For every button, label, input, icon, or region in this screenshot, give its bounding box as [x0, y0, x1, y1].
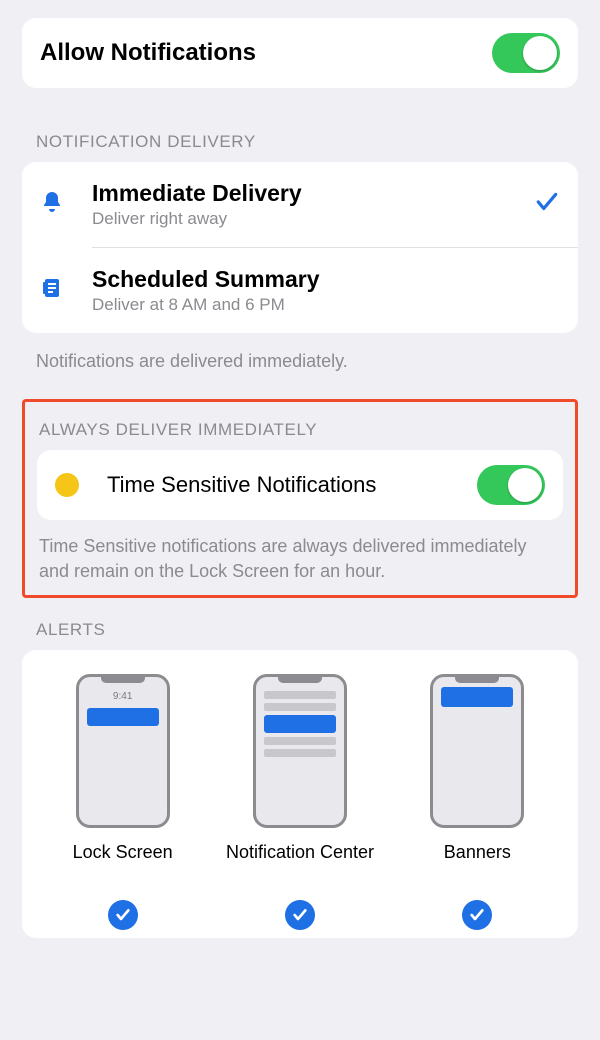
time-sensitive-header: ALWAYS DELIVER IMMEDIATELY: [25, 420, 575, 440]
alerts-section-header: ALERTS: [22, 620, 578, 640]
alert-option-banners[interactable]: Banners: [390, 674, 566, 930]
alert-option-lock-screen[interactable]: 9:41 Lock Screen: [35, 674, 211, 930]
lock-screen-preview-icon: 9:41: [76, 674, 170, 828]
delivery-footer-note: Notifications are delivered immediately.: [22, 333, 578, 373]
delivery-immediate-subtitle: Deliver right away: [92, 209, 530, 229]
delivery-immediate-row[interactable]: Immediate Delivery Deliver right away: [22, 162, 578, 247]
time-sensitive-footer-note: Time Sensitive notifications are always …: [25, 520, 575, 583]
delivery-card: Immediate Delivery Deliver right away Sc…: [22, 162, 578, 333]
clock-icon: [55, 473, 79, 497]
alert-option-notification-center[interactable]: Notification Center: [212, 674, 388, 930]
alert-label: Lock Screen: [73, 842, 173, 886]
delivery-section-header: NOTIFICATION DELIVERY: [22, 132, 578, 152]
time-sensitive-title: Time Sensitive Notifications: [107, 472, 477, 498]
checkmark-circle-icon: [108, 900, 138, 930]
allow-notifications-toggle[interactable]: [492, 33, 560, 73]
allow-notifications-label: Allow Notifications: [40, 39, 256, 67]
checkmark-circle-icon: [462, 900, 492, 930]
alert-label: Banners: [444, 842, 511, 886]
allow-notifications-row: Allow Notifications: [22, 18, 578, 88]
delivery-immediate-title: Immediate Delivery: [92, 180, 530, 207]
delivery-scheduled-title: Scheduled Summary: [92, 266, 560, 293]
banners-preview-icon: [430, 674, 524, 828]
alert-label: Notification Center: [226, 842, 374, 886]
notification-center-preview-icon: [253, 674, 347, 828]
delivery-scheduled-row[interactable]: Scheduled Summary Deliver at 8 AM and 6 …: [22, 248, 578, 333]
checkmark-icon: [530, 189, 560, 220]
bell-icon: [40, 190, 64, 219]
checkmark-circle-icon: [285, 900, 315, 930]
time-sensitive-card: Time Sensitive Notifications: [37, 450, 563, 520]
delivery-scheduled-subtitle: Deliver at 8 AM and 6 PM: [92, 295, 560, 315]
alerts-card: 9:41 Lock Screen Notification Center: [22, 650, 578, 938]
time-sensitive-toggle[interactable]: [477, 465, 545, 505]
summary-icon: [40, 276, 64, 305]
time-sensitive-highlight-box: ALWAYS DELIVER IMMEDIATELY Time Sensitiv…: [22, 399, 578, 598]
preview-time: 9:41: [87, 691, 159, 702]
